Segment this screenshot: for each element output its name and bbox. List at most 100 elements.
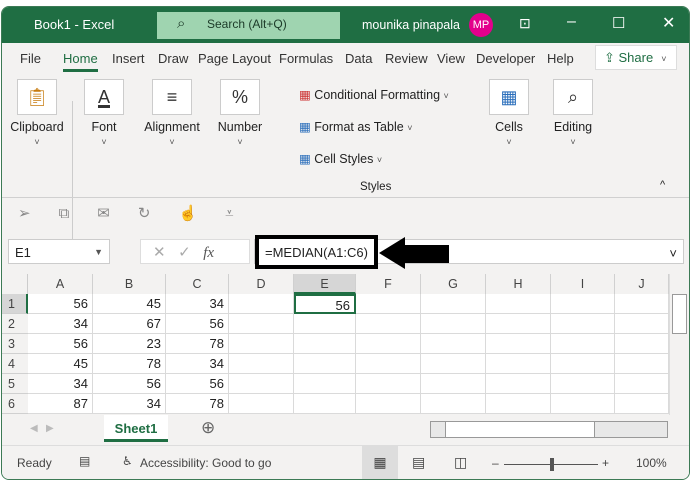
share-button[interactable]: ⇪ Share ˅	[595, 45, 677, 70]
column-header-B[interactable]: B	[93, 274, 166, 294]
cell-B6[interactable]: 34	[93, 394, 166, 414]
cell-F5[interactable]	[356, 374, 421, 394]
cell-G3[interactable]	[421, 334, 486, 354]
maximize-icon[interactable]: ☐	[612, 14, 625, 32]
enter-icon[interactable]: ✓	[178, 244, 191, 261]
column-header-J[interactable]: J	[615, 274, 669, 294]
cell-J2[interactable]	[615, 314, 669, 334]
shapes-icon[interactable]: ⧉	[59, 205, 98, 222]
send-icon[interactable]: ➢	[18, 205, 59, 222]
cell-E5[interactable]	[294, 374, 356, 394]
close-icon[interactable]: ✕	[662, 13, 675, 33]
cell-J3[interactable]	[615, 334, 669, 354]
normal-view-icon[interactable]: ▦	[362, 446, 398, 479]
accessibility-status[interactable]: Accessibility: Good to go	[140, 456, 271, 470]
cell-I1[interactable]	[551, 294, 615, 314]
cell-E1[interactable]: 56	[294, 294, 356, 314]
cells-button[interactable]: ▦	[489, 79, 529, 115]
row-header[interactable]: 5	[2, 374, 28, 394]
column-header-H[interactable]: H	[486, 274, 551, 294]
row-header[interactable]: 6	[2, 394, 28, 414]
cell-C6[interactable]: 78	[166, 394, 229, 414]
cell-B2[interactable]: 67	[93, 314, 166, 334]
page-layout-view-icon[interactable]: ▤	[412, 454, 425, 471]
tab-file[interactable]: File	[20, 51, 41, 66]
cell-B3[interactable]: 23	[93, 334, 166, 354]
tab-review[interactable]: Review	[385, 51, 428, 66]
cell-G4[interactable]	[421, 354, 486, 374]
cell-J1[interactable]	[615, 294, 669, 314]
cell-F2[interactable]	[356, 314, 421, 334]
zoom-level[interactable]: 100%	[636, 456, 667, 470]
cell-E4[interactable]	[294, 354, 356, 374]
cell-H1[interactable]	[486, 294, 551, 314]
minimize-icon[interactable]: –	[567, 13, 576, 31]
cell-F1[interactable]	[356, 294, 421, 314]
cell-C1[interactable]: 34	[166, 294, 229, 314]
add-sheet-icon[interactable]: ⊕	[201, 418, 215, 438]
macro-icon[interactable]: ▤	[79, 454, 90, 468]
collapse-ribbon-icon[interactable]: ^	[660, 179, 665, 191]
column-header-D[interactable]: D	[229, 274, 294, 294]
cell-J4[interactable]	[615, 354, 669, 374]
cell-styles-button[interactable]: ▦ Cell Styles ˅	[299, 151, 382, 166]
touch-mode-icon[interactable]: ☝	[178, 205, 225, 222]
cell-D6[interactable]	[229, 394, 294, 414]
search-box[interactable]: ⌕ Search (Alt+Q)	[157, 12, 340, 39]
cell-A4[interactable]: 45	[28, 354, 93, 374]
sheet-tab-sheet1[interactable]: Sheet1	[104, 415, 168, 442]
cell-H4[interactable]	[486, 354, 551, 374]
cell-D4[interactable]	[229, 354, 294, 374]
row-header[interactable]: 1	[2, 294, 28, 314]
page-break-view-icon[interactable]: ◫	[454, 454, 467, 471]
cell-I6[interactable]	[551, 394, 615, 414]
tab-developer[interactable]: Developer	[476, 51, 535, 66]
number-button[interactable]: %	[220, 79, 260, 115]
row-header[interactable]: 4	[2, 354, 28, 374]
cell-E6[interactable]	[294, 394, 356, 414]
cell-H2[interactable]	[486, 314, 551, 334]
cell-I3[interactable]	[551, 334, 615, 354]
cell-B1[interactable]: 45	[93, 294, 166, 314]
cell-I2[interactable]	[551, 314, 615, 334]
avatar[interactable]: MP	[469, 13, 493, 37]
tab-home[interactable]: Home	[63, 51, 98, 72]
vertical-scrollbar[interactable]	[669, 274, 689, 420]
tab-data[interactable]: Data	[345, 51, 372, 66]
cell-B4[interactable]: 78	[93, 354, 166, 374]
column-header-E[interactable]: E	[294, 274, 356, 294]
cell-G5[interactable]	[421, 374, 486, 394]
cell-H5[interactable]	[486, 374, 551, 394]
cell-G1[interactable]	[421, 294, 486, 314]
conditional-formatting-button[interactable]: ▦ Conditional Formatting ˅	[299, 87, 449, 102]
cell-E3[interactable]	[294, 334, 356, 354]
cell-D5[interactable]	[229, 374, 294, 394]
clipboard-button[interactable]: 📋︎	[17, 79, 57, 115]
tab-insert[interactable]: Insert	[112, 51, 145, 66]
cell-D2[interactable]	[229, 314, 294, 334]
insert-function-icon[interactable]: fx	[203, 245, 214, 261]
cell-D1[interactable]	[229, 294, 294, 314]
cell-J6[interactable]	[615, 394, 669, 414]
ribbon-display-icon[interactable]: ⊡	[519, 15, 531, 32]
cell-E2[interactable]	[294, 314, 356, 334]
tab-formulas[interactable]: Formulas	[279, 51, 333, 66]
cancel-icon[interactable]: ✕	[153, 244, 166, 261]
column-header-F[interactable]: F	[356, 274, 421, 294]
tab-page-layout[interactable]: Page Layout	[198, 51, 271, 66]
column-header-G[interactable]: G	[421, 274, 486, 294]
cell-F6[interactable]	[356, 394, 421, 414]
cell-F4[interactable]	[356, 354, 421, 374]
tab-draw[interactable]: Draw	[158, 51, 188, 66]
tab-help[interactable]: Help	[547, 51, 574, 66]
customize-icon[interactable]: ⩡	[225, 205, 261, 222]
cell-A6[interactable]: 87	[28, 394, 93, 414]
zoom-slider[interactable]: – +	[492, 456, 612, 471]
cell-D3[interactable]	[229, 334, 294, 354]
cell-G2[interactable]	[421, 314, 486, 334]
name-box[interactable]: E1 ▼	[8, 239, 110, 264]
cell-C3[interactable]: 78	[166, 334, 229, 354]
font-button[interactable]: A	[84, 79, 124, 115]
scroll-left-icon[interactable]: ◀ ▶	[30, 423, 54, 434]
comment-icon[interactable]: ✉	[97, 205, 138, 222]
